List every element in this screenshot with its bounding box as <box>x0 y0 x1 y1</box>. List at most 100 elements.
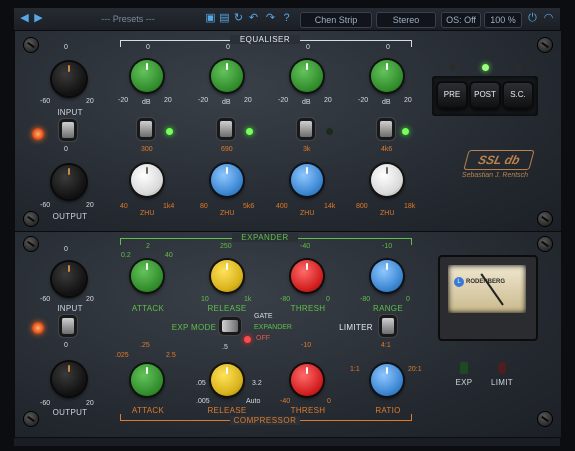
exp-release-knob[interactable] <box>211 260 243 292</box>
comp-release-top: .5 <box>222 344 228 351</box>
band4-gain-right: 20 <box>404 97 412 104</box>
toolbar: ◀ ▶ --- Presets --- ▣ ▤ ↻ ↶ ↷ ? Chen Str… <box>14 8 560 31</box>
exp-range-label: RANGE <box>373 304 403 313</box>
band3-freq-top: 3k <box>303 146 311 153</box>
band4-gain-knob[interactable] <box>371 60 403 92</box>
band1-freq-knob[interactable] <box>131 164 163 196</box>
dyn-output-left-tick: -60 <box>40 400 51 407</box>
screw-icon <box>538 237 552 251</box>
band2-gain-unit: dB <box>222 99 231 106</box>
band1-gain-knob[interactable] <box>131 60 163 92</box>
exp-release-top: 250 <box>220 243 232 250</box>
band1-toggle[interactable] <box>140 121 152 137</box>
screw-icon <box>538 412 552 426</box>
exp-attack-left: 0.2 <box>121 252 131 259</box>
screw-icon <box>24 212 38 226</box>
exp-attack-label: ATTACK <box>131 304 165 313</box>
logo-mark: SSL db <box>463 150 535 170</box>
limiter-switch[interactable] <box>382 318 394 334</box>
limiter-label: LIMITER <box>339 323 373 332</box>
band3-gain-top: 0 <box>306 44 310 51</box>
band3-freq-knob[interactable] <box>291 164 323 196</box>
next-preset-icon[interactable]: ▶ <box>32 11 45 26</box>
dyn-input-top-tick: 0 <box>64 246 68 253</box>
output-knob[interactable] <box>52 165 86 199</box>
band2-freq-knob[interactable] <box>211 164 243 196</box>
undo-icon[interactable]: ↶ <box>247 11 260 26</box>
top-bypass-toggle[interactable] <box>62 122 74 138</box>
comp-release-auto: Auto <box>246 398 261 405</box>
refresh-icon[interactable]: ↻ <box>232 11 245 26</box>
expander-title: EXPANDER <box>232 233 298 242</box>
eq-panel <box>14 30 562 232</box>
comp-ratio-knob[interactable] <box>371 364 403 396</box>
comp-attack-left: .025 <box>115 352 129 359</box>
power-icon[interactable]: ⏻ <box>526 11 539 26</box>
dyn-input-knob[interactable] <box>52 262 86 296</box>
save-icon[interactable]: ▣ <box>204 11 217 26</box>
redo-icon[interactable]: ↷ <box>264 11 277 26</box>
post-button[interactable]: POST <box>471 83 499 107</box>
band4-freq-knob[interactable] <box>371 164 403 196</box>
band2-freq-unit: ZHU <box>220 210 235 217</box>
band3-freq-left: 400 <box>276 203 288 210</box>
exp-release-left: 10 <box>201 296 209 303</box>
exp-range-knob[interactable] <box>371 260 403 292</box>
comp-release-knob[interactable] <box>211 364 243 396</box>
headphones-icon[interactable]: ◠ <box>542 11 555 26</box>
eq-title: EQUALISER <box>230 35 300 44</box>
exp-indicator-led <box>460 362 468 374</box>
exp-attack-knob[interactable] <box>131 260 163 292</box>
zoom-selector[interactable]: 100 % <box>484 12 522 28</box>
top-power-led <box>32 128 44 140</box>
band2-gain-left: -20 <box>198 97 209 104</box>
screw-icon <box>24 38 38 52</box>
comp-release-right: 3.2 <box>252 380 262 387</box>
exp-release-right: 1k <box>244 296 252 303</box>
band4-freq-right: 18k <box>404 203 416 210</box>
exp-mode-switch[interactable] <box>222 320 238 332</box>
input-knob[interactable] <box>52 62 86 96</box>
bottom-bypass-toggle[interactable] <box>62 318 74 334</box>
exp-indicator-label: EXP <box>455 378 473 387</box>
band3-gain-unit: dB <box>302 99 311 106</box>
band3-gain-knob[interactable] <box>291 60 323 92</box>
comp-thresh-top: -10 <box>301 342 312 349</box>
preset-name-display[interactable]: Chen Strip <box>300 12 372 28</box>
exp-thresh-knob[interactable] <box>291 260 323 292</box>
comp-attack-knob[interactable] <box>131 364 163 396</box>
band2-gain-knob[interactable] <box>211 60 243 92</box>
comp-release-left: .05 <box>196 380 206 387</box>
dyn-output-top-tick: 0 <box>64 342 68 349</box>
dyn-input-left-tick: -60 <box>40 296 51 303</box>
presets-dropdown[interactable]: --- Presets --- <box>60 12 196 26</box>
sc-button[interactable]: S.C. <box>504 83 532 107</box>
band3-toggle[interactable] <box>300 121 312 137</box>
band4-freq-unit: ZHU <box>380 210 395 217</box>
off-led <box>244 336 251 343</box>
help-icon[interactable]: ? <box>280 11 293 26</box>
band4-freq-left: 800 <box>356 203 368 210</box>
oversampling-selector[interactable]: OS: Off <box>441 12 481 28</box>
band3-gain-right: 20 <box>324 97 332 104</box>
comp-thresh-knob[interactable] <box>291 364 323 396</box>
band3-freq-unit: ZHU <box>300 210 315 217</box>
meter-logo-icon: L <box>454 277 464 287</box>
sc-led <box>515 64 522 71</box>
band2-toggle[interactable] <box>220 121 232 137</box>
band2-led <box>246 128 253 135</box>
band1-freq-right: 1k4 <box>163 203 175 210</box>
mode-selector[interactable]: Stereo <box>376 12 436 28</box>
band4-toggle[interactable] <box>380 121 392 137</box>
pre-button[interactable]: PRE <box>438 83 466 107</box>
input-left-tick: -60 <box>40 98 51 105</box>
exp-attack-right: 40 <box>165 252 173 259</box>
dyn-output-knob[interactable] <box>52 362 86 396</box>
band4-gain-left: -20 <box>358 97 369 104</box>
limit-indicator-led <box>498 362 506 374</box>
comp-thresh-left: -40 <box>280 398 291 405</box>
folder-icon[interactable]: ▤ <box>218 11 231 26</box>
prev-preset-icon[interactable]: ◀ <box>18 11 31 26</box>
comp-ratio-right: 20:1 <box>408 366 422 373</box>
comp-thresh-right: 0 <box>327 398 331 405</box>
